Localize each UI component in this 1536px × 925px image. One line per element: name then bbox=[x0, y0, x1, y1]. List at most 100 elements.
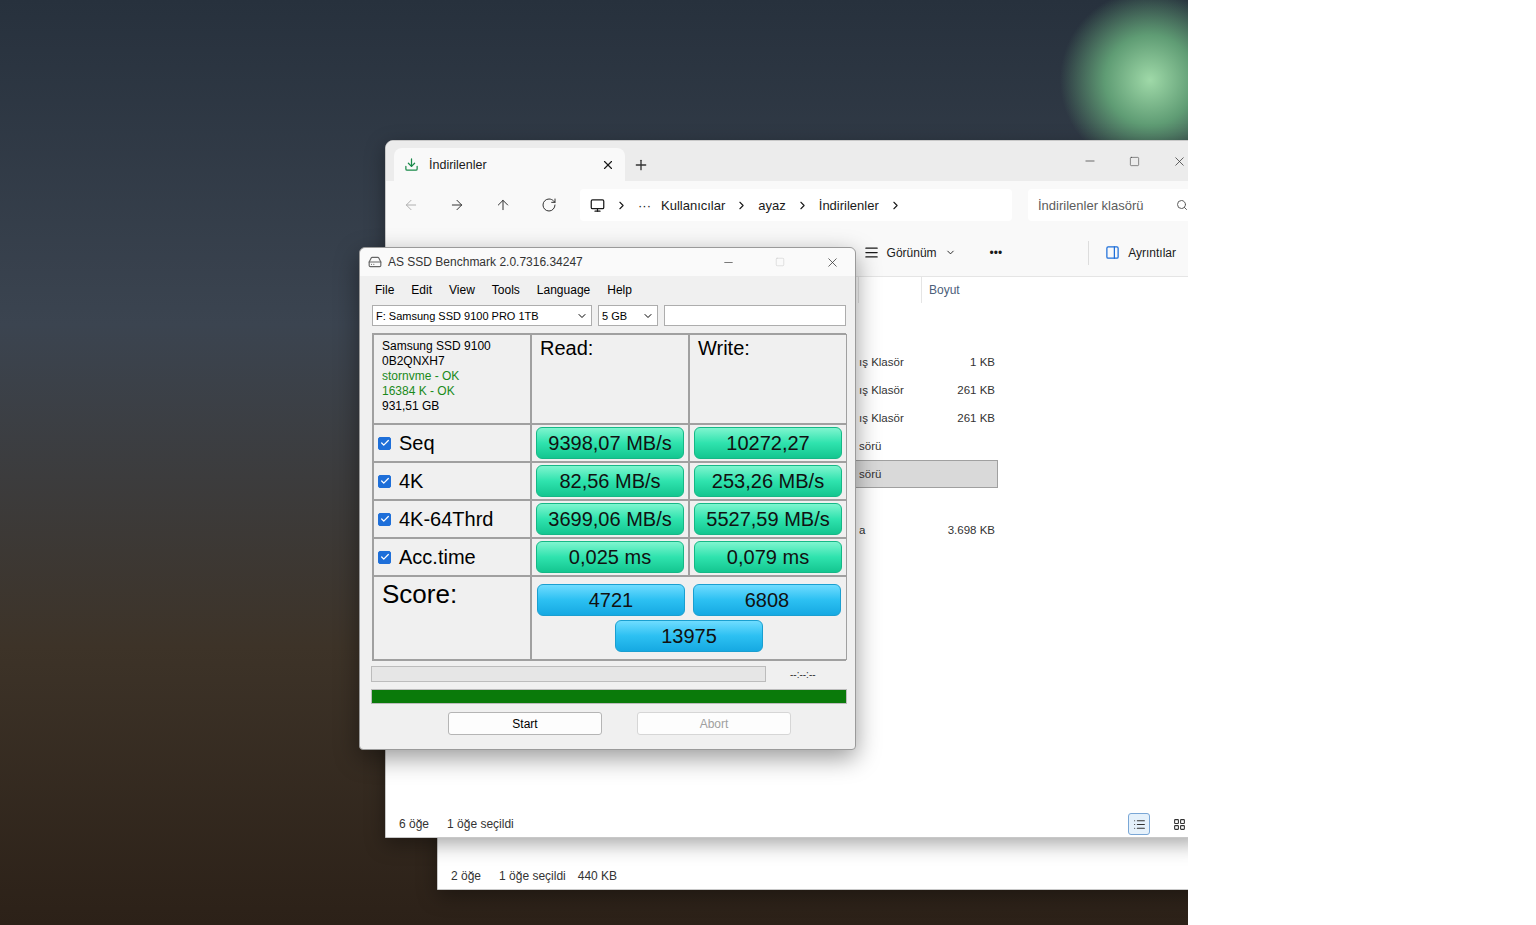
details-view-button[interactable] bbox=[1128, 813, 1150, 835]
view-menu[interactable]: Görünüm bbox=[858, 245, 962, 260]
info-line: stornvme - OK bbox=[382, 369, 491, 384]
breadcrumb[interactable]: İndirilenler bbox=[819, 198, 879, 213]
window-title: AS SSD Benchmark 2.0.7316.34247 bbox=[388, 255, 699, 269]
test-checkbox[interactable] bbox=[378, 475, 391, 488]
size-cell: 3.698 KB bbox=[922, 524, 1002, 536]
minimize-icon bbox=[722, 256, 735, 269]
type-cell: ış Klasör bbox=[859, 384, 922, 396]
size-cell: 261 KB bbox=[922, 384, 1002, 396]
status-bar: 6 öğe 1 öğe seçildi bbox=[386, 811, 1188, 837]
test-checkbox[interactable] bbox=[378, 551, 391, 564]
test-label: 4K bbox=[373, 462, 531, 500]
info-line: 0B2QNXH7 bbox=[382, 354, 491, 369]
results-grid: Samsung SSD 91000B2QNXH7stornvme - OK163… bbox=[372, 333, 846, 661]
chevron-icon bbox=[735, 199, 748, 212]
test-checkbox[interactable] bbox=[378, 513, 391, 526]
menu-item[interactable]: File bbox=[375, 283, 394, 297]
up-button[interactable] bbox=[488, 189, 518, 221]
up-icon bbox=[495, 197, 511, 213]
close-tab-icon[interactable] bbox=[601, 158, 615, 172]
check-icon bbox=[380, 552, 390, 562]
drive-info: Samsung SSD 91000B2QNXH7stornvme - OK163… bbox=[373, 334, 531, 424]
minimize-button[interactable] bbox=[1067, 145, 1112, 177]
search-placeholder: İndirilenler klasörü bbox=[1038, 198, 1144, 213]
selection-count: 1 öğe seçildi bbox=[499, 869, 566, 883]
column-header[interactable]: Boyut bbox=[921, 277, 1001, 303]
chevron-down-icon bbox=[642, 310, 654, 322]
more-button[interactable]: ••• bbox=[984, 246, 1009, 260]
score-label: Score: bbox=[373, 576, 531, 660]
write-result: 253,26 MB/s bbox=[689, 462, 847, 500]
address-overflow[interactable]: ··· bbox=[638, 198, 651, 213]
tiles-view-button[interactable] bbox=[1168, 813, 1188, 835]
details-button[interactable]: Ayrıntılar bbox=[1099, 245, 1182, 260]
selection-size: 440 KB bbox=[578, 869, 617, 883]
info-line: 16384 K - OK bbox=[382, 384, 491, 399]
refresh-icon bbox=[541, 197, 557, 213]
close-icon bbox=[1172, 154, 1187, 169]
size-select[interactable]: 5 GB bbox=[598, 305, 658, 326]
check-icon bbox=[380, 514, 390, 524]
title-bar: AS SSD Benchmark 2.0.7316.34247 bbox=[360, 248, 855, 276]
type-cell: a bbox=[859, 524, 922, 536]
search-box[interactable]: İndirilenler klasörü bbox=[1028, 189, 1188, 221]
drive-select[interactable]: F: Samsung SSD 9100 PRO 1TB bbox=[372, 305, 592, 326]
info-line: Samsung SSD 9100 bbox=[382, 339, 491, 354]
chevron-icon bbox=[615, 199, 628, 212]
test-label: Acc.time bbox=[373, 538, 531, 576]
test-progress bbox=[371, 666, 766, 682]
new-tab-button[interactable] bbox=[625, 148, 657, 181]
forward-icon bbox=[449, 197, 465, 213]
text-field[interactable] bbox=[664, 305, 846, 326]
details-pane-icon bbox=[1105, 245, 1120, 260]
download-icon bbox=[404, 157, 419, 172]
maximize-button[interactable] bbox=[1112, 145, 1157, 177]
tab[interactable]: İndirilenler bbox=[394, 148, 625, 181]
close-icon bbox=[825, 255, 840, 270]
close-button[interactable] bbox=[1157, 145, 1188, 177]
menu-item[interactable]: View bbox=[449, 283, 475, 297]
breadcrumb[interactable]: Kullanıcılar bbox=[661, 198, 725, 213]
test-checkbox[interactable] bbox=[378, 437, 391, 450]
check-icon bbox=[380, 476, 390, 486]
minimize-icon bbox=[1083, 154, 1097, 168]
menu-item[interactable]: Language bbox=[537, 283, 590, 297]
write-result: 0,079 ms bbox=[689, 538, 847, 576]
address-bar[interactable]: ··· Kullanıcılar ayaz İndirilenler bbox=[580, 189, 1012, 221]
menu-bar: File Edit View Tools Language Help bbox=[360, 276, 855, 300]
item-count: 2 öğe bbox=[451, 869, 481, 883]
chevron-down-icon bbox=[945, 247, 956, 258]
chevron-icon bbox=[889, 199, 902, 212]
details-view-icon bbox=[1133, 818, 1146, 831]
size-cell: 261 KB bbox=[922, 412, 1002, 424]
view-icon bbox=[864, 245, 879, 260]
back-button[interactable] bbox=[396, 189, 426, 221]
forward-button[interactable] bbox=[442, 189, 472, 221]
write-result: 10272,27 bbox=[689, 424, 847, 462]
back-icon bbox=[403, 197, 419, 213]
search-icon bbox=[1176, 199, 1188, 211]
test-label: 4K-64Thrd bbox=[373, 500, 531, 538]
start-button[interactable]: Start bbox=[448, 712, 602, 735]
abort-button: Abort bbox=[637, 712, 791, 735]
status-bar: 2 öğe 1 öğe seçildi 440 KB bbox=[438, 863, 1188, 889]
menu-item[interactable]: Tools bbox=[492, 283, 520, 297]
item-count: 6 öğe bbox=[399, 817, 429, 831]
maximize-icon bbox=[1129, 156, 1140, 167]
screen: 2 öğe 1 öğe seçildi 440 KB İndirilenler ··· K… bbox=[0, 0, 1536, 925]
breadcrumb[interactable]: ayaz bbox=[758, 198, 785, 213]
total-progress bbox=[371, 689, 847, 704]
chevron-down-icon bbox=[576, 310, 588, 322]
check-icon bbox=[380, 438, 390, 448]
menu-item[interactable]: Help bbox=[607, 283, 632, 297]
close-button[interactable] bbox=[809, 248, 855, 276]
minimize-button[interactable] bbox=[705, 248, 751, 276]
info-line: 931,51 GB bbox=[382, 399, 491, 414]
refresh-button[interactable] bbox=[534, 189, 564, 221]
read-result: 9398,07 MB/s bbox=[531, 424, 689, 462]
score-area: 4721680813975 bbox=[531, 576, 847, 660]
selection-count: 1 öğe seçildi bbox=[447, 817, 514, 831]
tab-strip: İndirilenler bbox=[386, 141, 1188, 181]
menu-item[interactable]: Edit bbox=[411, 283, 432, 297]
maximize-button[interactable] bbox=[757, 248, 803, 276]
